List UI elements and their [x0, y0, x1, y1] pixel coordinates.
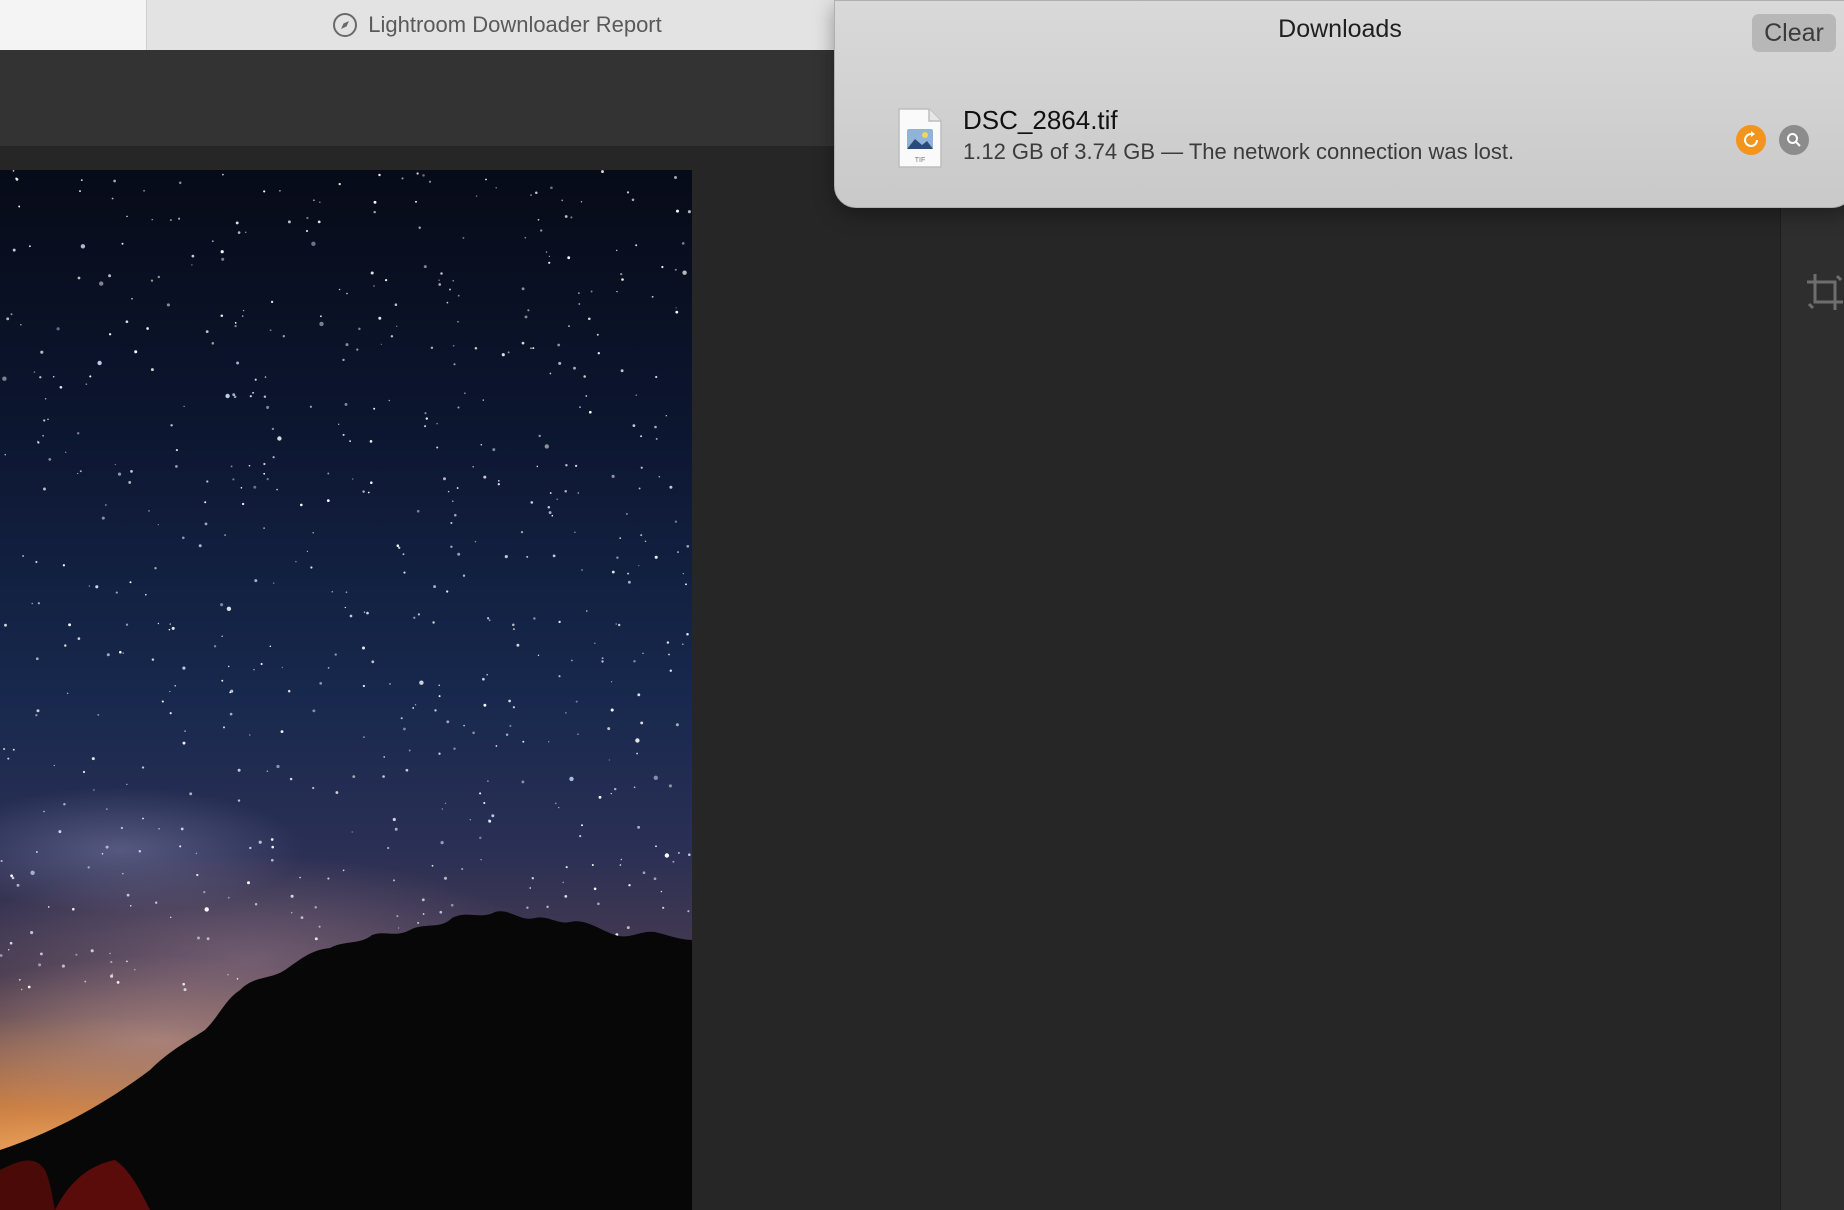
- magnifier-icon: [1787, 133, 1801, 147]
- tab-title: Lightroom Downloader Report: [368, 12, 662, 37]
- right-tool-panel: [1780, 50, 1844, 1210]
- tree-silhouette: [0, 911, 692, 1210]
- clear-button[interactable]: Clear: [1752, 14, 1836, 52]
- downloads-popover: Downloads Clear TIF DSC_2864.tif 1.12 GB…: [834, 0, 1844, 208]
- download-item[interactable]: TIF DSC_2864.tif 1.12 GB of 3.74 GB — Th…: [895, 101, 1795, 173]
- resume-icon: [1744, 131, 1758, 147]
- tif-file-icon: TIF: [895, 107, 945, 169]
- crop-icon[interactable]: [1803, 270, 1844, 314]
- browser-tab-inactive[interactable]: [0, 0, 147, 50]
- reveal-in-finder-button[interactable]: [1779, 125, 1809, 155]
- downloads-title: Downloads: [1278, 15, 1402, 43]
- resume-download-button[interactable]: [1736, 125, 1766, 155]
- browser-tab-active[interactable]: Lightroom Downloader Report: [147, 0, 847, 50]
- compass-icon: [332, 12, 358, 38]
- night-sky-photo: [0, 170, 692, 1210]
- svg-text:TIF: TIF: [915, 157, 926, 164]
- download-file-name: DSC_2864.tif: [963, 105, 1118, 135]
- download-status: 1.12 GB of 3.74 GB — The network connect…: [963, 139, 1515, 164]
- screen: Lightroom Downloader Report Downloads Cl…: [0, 0, 1844, 1210]
